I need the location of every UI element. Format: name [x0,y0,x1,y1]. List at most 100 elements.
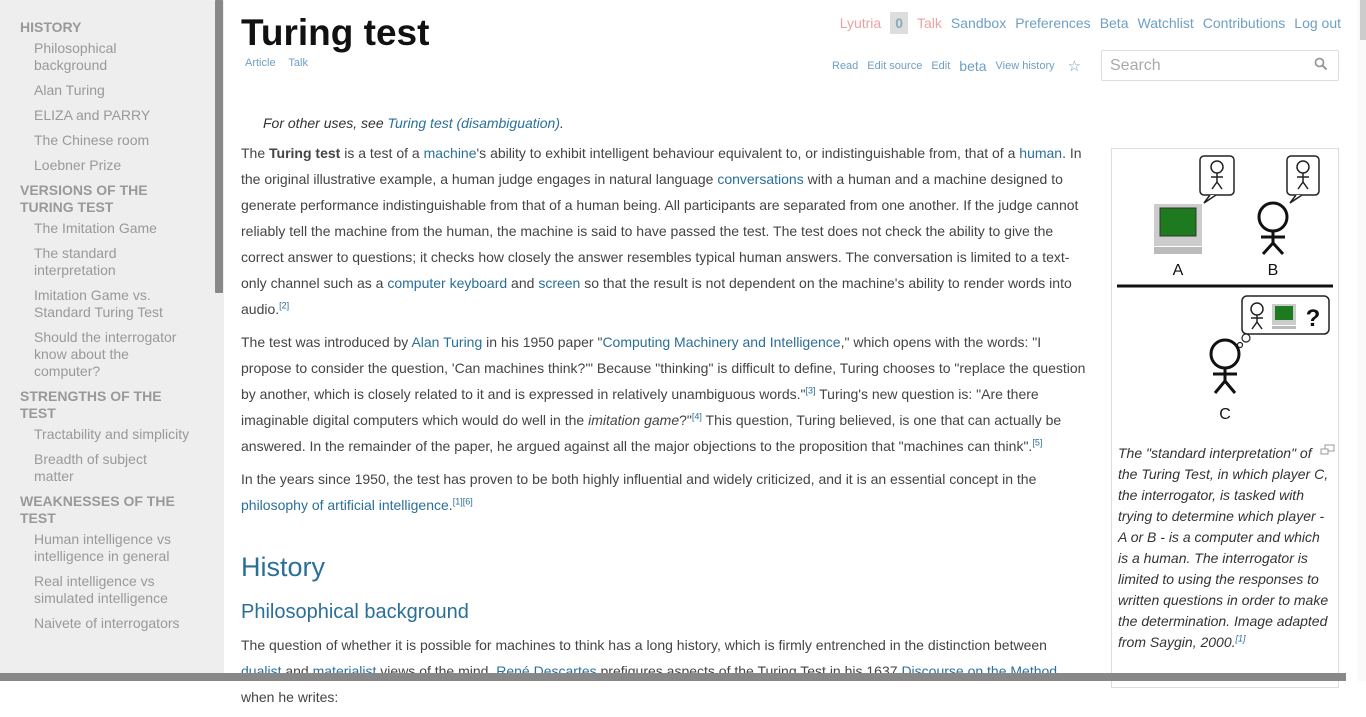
person-c-icon [1209,338,1241,394]
tab-edit-source[interactable]: Edit source [867,60,922,72]
section-heading-history: History [241,552,326,582]
page-scrollbar-track[interactable] [1357,0,1366,681]
person-b-icon [1257,201,1289,256]
turing-test-diagram[interactable]: A B ? C [1112,149,1338,434]
user-link[interactable]: Lyutria [840,15,882,31]
toc-item[interactable]: ELIZA and PARRY [34,107,190,124]
preferences-link[interactable]: Preferences [1015,15,1090,31]
toc-section[interactable]: Weaknesses of the test [20,493,190,527]
hatnote-suffix: . [560,115,564,131]
link-human[interactable]: human [1019,145,1062,161]
namespace-tabs: Article Talk [245,57,318,69]
toc-item[interactable]: Should the interrogator know about the c… [34,329,190,380]
speech-bubble-a-icon [1199,155,1235,204]
ref-link[interactable]: [3] [805,385,815,395]
text: and [507,275,539,291]
label-b: B [1268,262,1279,279]
hatnote-text: For other uses, see [263,115,388,131]
search-icon[interactable] [1314,57,1328,76]
tab-talk[interactable]: Talk [288,57,308,69]
notifications-badge[interactable]: 0 [890,12,909,34]
sidebar-scrollbar[interactable] [215,0,223,293]
contributions-link[interactable]: Contributions [1203,15,1286,31]
figure-caption: The "standard interpretation" of the Tur… [1118,443,1333,653]
thumbnail-figure: A B ? C The "standard interpretation" of… [1111,148,1339,688]
page-scrollbar-thumb[interactable] [1360,0,1366,40]
paragraph-4: The question of whether it is possible f… [241,632,1089,710]
label-c: C [1219,406,1231,423]
toc-item[interactable]: The Chinese room [34,132,190,149]
emphasis: imitation game [588,412,680,428]
tab-view-history[interactable]: View history [996,60,1055,72]
text: 's ability to exhibit intelligent behavi… [476,145,1020,161]
text: In the years since 1950, the test has pr… [241,471,1037,487]
ref-link[interactable]: [1] [1236,633,1246,643]
user-talk-link[interactable]: Talk [917,15,942,31]
link-computing-machinery[interactable]: Computing Machinery and Intelligence [602,334,840,350]
toc-list: Philosophical background Alan Turing ELIZA… [20,40,190,632]
toc-item[interactable]: The Imitation Game [34,220,190,237]
subsection-heading: Philosophical background [241,601,469,623]
speech-bubble-b-icon [1286,155,1320,204]
toc-item[interactable]: Human intelligence vs intelligence in ge… [34,531,190,565]
tab-read[interactable]: Read [832,60,858,72]
text: The test was introduced by [241,334,412,350]
tab-edit-beta[interactable]: beta [959,58,986,74]
ref-link[interactable]: [5] [1032,437,1042,447]
text: ?" [679,412,692,428]
article-content: For other uses, see Turing test (disambi… [241,110,1089,717]
page-title: Turing test [241,12,430,53]
search-box [1101,50,1339,81]
toc-section[interactable]: Strengths of the test [20,388,190,422]
toc-section-history[interactable]: History [20,19,190,36]
link-philosophy-ai[interactable]: philosophy of artificial intelligence [241,497,449,513]
text: with a human and a machine designed to g… [241,171,1079,291]
text: in his 1950 paper " [482,334,603,350]
paragraph-2: The test was introduced by Alan Turing i… [241,329,1089,459]
table-of-contents: History Philosophical background Alan Tur… [20,14,190,640]
paragraph-intro: The Turing test is a test of a machine's… [241,140,1089,322]
link-screen[interactable]: screen [538,275,580,291]
link-machine[interactable]: machine [424,145,477,161]
toc-item[interactable]: Loebner Prize [34,157,190,174]
hatnote-link[interactable]: Turing test (disambiguation) [388,115,560,131]
thought-bubble-c-icon: ? [1236,295,1330,349]
text: when he writes: [241,689,339,705]
toc-item[interactable]: Breadth of subject matter [34,451,190,485]
link-conversations[interactable]: conversations [717,171,803,187]
link-computer-keyboard[interactable]: computer keyboard [387,275,507,291]
toc-item[interactable]: The standard interpretation [34,245,190,279]
ref-link[interactable]: [2] [279,300,289,310]
toc-item[interactable]: Philosophical background [34,40,190,74]
bold-term: Turing test [269,145,341,161]
horizontal-scrollbar[interactable] [0,673,1346,681]
text: The question of whether it is possible f… [241,637,1047,653]
link-alan-turing[interactable]: Alan Turing [411,334,482,350]
text: is a test of a [340,145,424,161]
toc-item[interactable]: Real intelligence vs simulated intellige… [34,573,190,607]
computer-a-icon [1154,204,1202,254]
hatnote: For other uses, see Turing test (disambi… [263,110,1089,136]
ref-link[interactable]: [1][6] [453,496,473,506]
watchlist-link[interactable]: Watchlist [1138,15,1194,31]
paragraph-3: In the years since 1950, the test has pr… [241,466,1089,518]
search-input[interactable] [1102,51,1310,80]
toc-item[interactable]: Imitation Game vs. Standard Turing Test [34,287,190,321]
sandbox-link[interactable]: Sandbox [951,15,1006,31]
toc-sidebar: History Philosophical background Alan Tur… [0,0,224,681]
toc-item[interactable]: Alan Turing [34,82,190,99]
ref-link[interactable]: [4] [692,411,702,421]
tab-edit[interactable]: Edit [931,60,950,72]
caption-text: The "standard interpretation" of the Tur… [1118,445,1329,650]
tab-article[interactable]: Article [245,57,276,69]
user-menu: Lyutria 0 Talk Sandbox Preferences Beta … [831,12,1341,34]
logout-link[interactable]: Log out [1294,15,1341,31]
label-a: A [1173,262,1184,279]
toc-item[interactable]: Tractability and simplicity [34,426,190,443]
question-mark: ? [1306,305,1321,332]
view-actions: Read Edit source Edit beta View history … [832,57,1090,75]
toc-section[interactable]: Versions of the Turing test [20,182,190,216]
watch-star-icon[interactable]: ☆ [1068,57,1081,75]
beta-link[interactable]: Beta [1100,15,1129,31]
toc-item[interactable]: Naivete of interrogators [34,615,190,632]
